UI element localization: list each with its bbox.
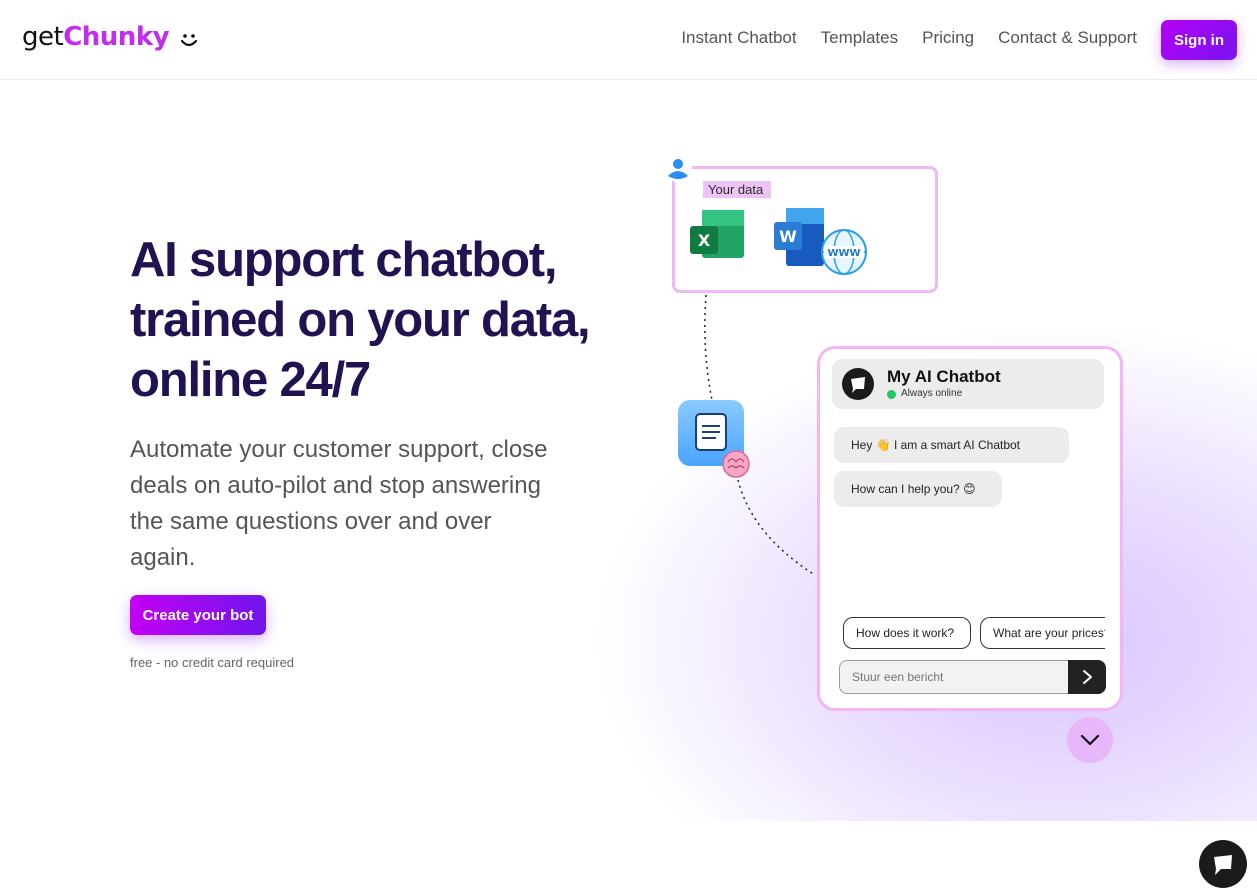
chatbot-avatar-icon <box>842 368 874 400</box>
chevron-right-icon <box>1083 670 1092 684</box>
chatbot-preview-widget: My AI Chatbot Always online Hey 👋 I am a… <box>817 346 1123 711</box>
nav-instant-chatbot[interactable]: Instant Chatbot <box>681 28 796 48</box>
bot-message: How can I help you? 😊 <box>834 471 1002 507</box>
logo[interactable]: get Chunky <box>22 22 199 52</box>
bot-message: Hey 👋 I am a smart AI Chatbot <box>834 427 1069 463</box>
chat-bubble-icon <box>1214 855 1232 875</box>
word-icon: W <box>774 208 824 266</box>
suggestion-chip[interactable]: How does it work? <box>843 617 971 649</box>
chevron-down-icon <box>1080 734 1100 746</box>
svg-text:WWW: WWW <box>827 248 860 259</box>
scroll-down-button[interactable] <box>1067 717 1113 763</box>
file-icons: X W WWW <box>690 208 870 283</box>
svg-text:X: X <box>698 231 711 250</box>
nav-pricing[interactable]: Pricing <box>922 28 974 48</box>
online-status-dot <box>887 390 896 399</box>
user-icon <box>664 154 692 182</box>
message-input[interactable] <box>839 660 1068 694</box>
www-globe-icon: WWW <box>821 229 867 275</box>
logo-get-text: get <box>22 22 64 52</box>
chat-header: My AI Chatbot Always online <box>832 359 1104 409</box>
document-brain-badge <box>678 400 750 478</box>
sign-in-button[interactable]: Sign in <box>1161 20 1237 60</box>
chat-launcher-button[interactable] <box>1199 840 1247 888</box>
main-nav: Instant Chatbot Templates Pricing Contac… <box>681 28 1137 48</box>
excel-icon: X <box>690 210 744 258</box>
chatbot-name: My AI Chatbot <box>887 367 1001 386</box>
hero-section: AI support chatbot, trained on your data… <box>0 80 1257 821</box>
nav-contact-support[interactable]: Contact & Support <box>998 28 1137 48</box>
suggestion-chip[interactable]: What are your prices? <box>980 617 1105 649</box>
send-button[interactable] <box>1068 660 1106 694</box>
logo-chunky-text: Chunky <box>63 22 170 52</box>
svg-text:W: W <box>779 227 797 246</box>
smiley-icon <box>180 34 198 47</box>
site-header: get Chunky Instant Chatbot Templates Pri… <box>0 0 1257 80</box>
nav-templates[interactable]: Templates <box>821 28 898 48</box>
online-status-text: Always online <box>901 388 963 399</box>
your-data-tag: Your data <box>703 181 772 198</box>
